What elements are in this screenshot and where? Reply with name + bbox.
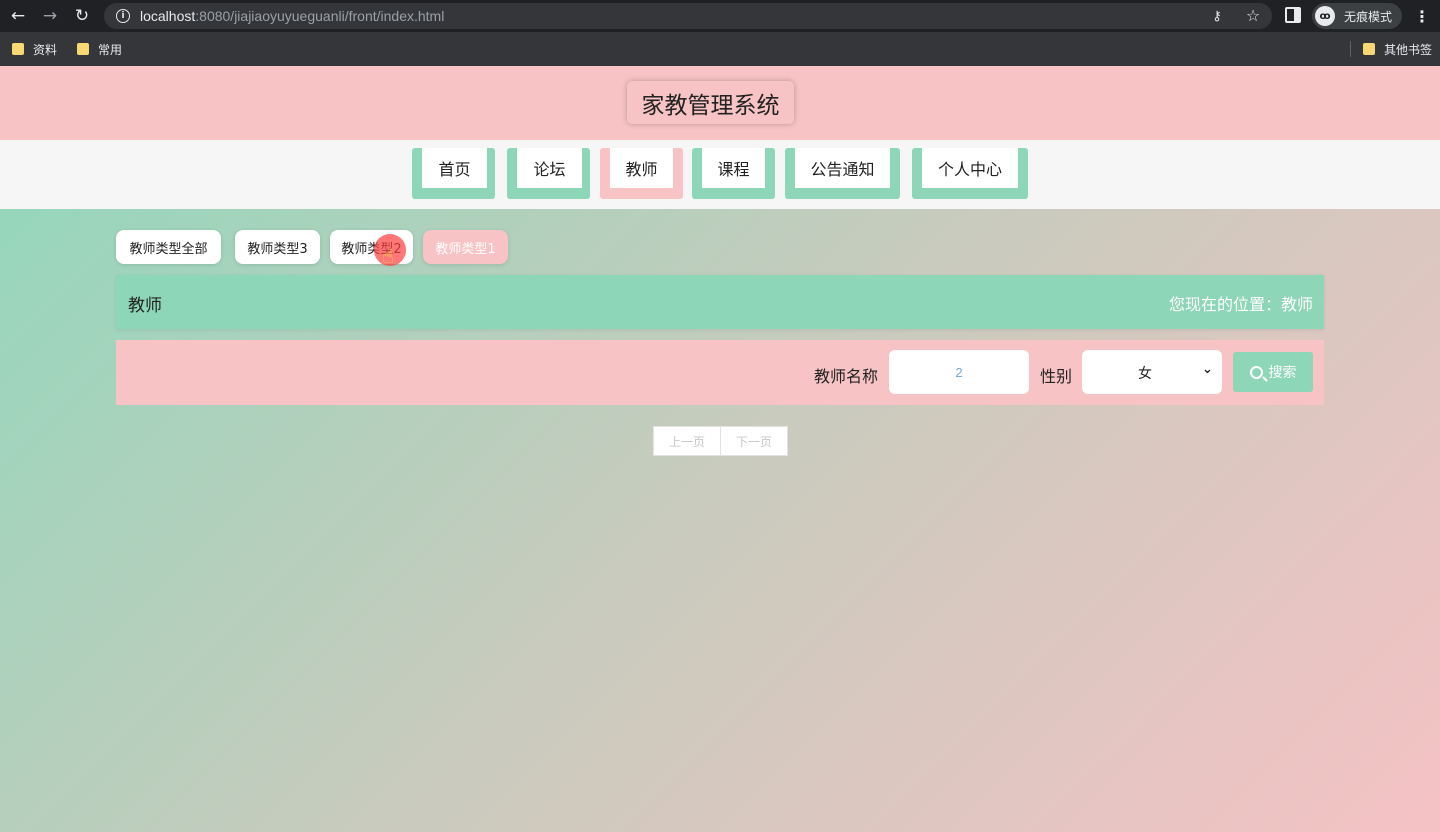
type-filter-3[interactable]: 教师类型3 [235, 230, 320, 264]
gender-select[interactable]: 女 ⌄ [1082, 350, 1222, 394]
menu-icon[interactable]: ⋮ [1414, 6, 1430, 26]
browser-toolbar: ← → ↻ i localhost:8080/jiajiaoyuyueguanl… [0, 0, 1440, 32]
star-icon[interactable]: ☆ [1244, 6, 1262, 25]
nav-item-home[interactable]: 首页 [412, 148, 495, 199]
nav-item-label: 论坛 [517, 148, 582, 188]
nav-item-label: 个人中心 [922, 148, 1018, 188]
nav-item-teacher[interactable]: 教师 [600, 148, 683, 199]
nav-item-label: 公告通知 [795, 148, 890, 188]
hand-cursor-icon: ☝ [382, 244, 395, 268]
pagination: 上一页 下一页 [653, 426, 788, 456]
breadcrumb: 教师 您现在的位置：教师 [116, 275, 1324, 329]
nav-item-course[interactable]: 课程 [692, 148, 775, 199]
info-icon[interactable]: i [116, 9, 130, 23]
incognito-icon: ꝏ [1315, 6, 1335, 26]
address-bar[interactable]: i localhost:8080/jiajiaoyuyueguanli/fron… [104, 3, 1272, 29]
type-filter-1[interactable]: 教师类型1 [423, 230, 508, 264]
side-panel-icon[interactable] [1285, 7, 1301, 23]
page: 家教管理系统 首页 论坛 教师 课程 公告通知 个人中心 教师类型全部 教师类型… [0, 66, 1440, 832]
incognito-badge[interactable]: ꝏ 无痕模式 [1312, 3, 1402, 29]
main-nav: 首页 论坛 教师 课程 公告通知 个人中心 [0, 140, 1440, 209]
nav-item-label: 课程 [702, 148, 765, 188]
bookmark-folder-other[interactable]: 其他书签 [1363, 40, 1432, 58]
key-icon[interactable]: ⚷ [1208, 7, 1226, 25]
forward-icon[interactable]: → [38, 4, 62, 28]
nav-item-label: 教师 [610, 148, 673, 188]
folder-icon [12, 43, 24, 55]
bookmark-folder-ziliao[interactable]: 资料 [12, 40, 57, 58]
folder-icon [77, 43, 89, 55]
current-location: 您现在的位置：教师 [1168, 295, 1313, 314]
next-page-button[interactable]: 下一页 [720, 427, 787, 455]
site-title: 家教管理系统 [627, 81, 794, 124]
nav-item-forum[interactable]: 论坛 [507, 148, 590, 199]
search-icon [1249, 365, 1263, 379]
site-header: 家教管理系统 [0, 66, 1440, 140]
gender-label: 性别 [1040, 367, 1073, 386]
search-button[interactable]: 搜索 [1233, 352, 1313, 392]
nav-item-notice[interactable]: 公告通知 [785, 148, 900, 199]
teacher-name-label: 教师名称 [814, 367, 879, 386]
bookmarks-divider [1350, 41, 1351, 57]
folder-icon [1363, 43, 1375, 55]
url-text[interactable]: localhost:8080/jiajiaoyuyueguanli/front/… [140, 8, 444, 24]
chevron-down-icon: ⌄ [1202, 362, 1213, 377]
type-filter-all[interactable]: 教师类型全部 [116, 230, 221, 264]
page-title: 教师 [128, 296, 162, 316]
incognito-label: 无痕模式 [1344, 10, 1393, 24]
teacher-name-input[interactable] [889, 350, 1029, 394]
reload-icon[interactable]: ↻ [70, 4, 94, 28]
back-icon[interactable]: ← [6, 4, 30, 28]
search-button-label: 搜索 [1268, 365, 1297, 381]
nav-item-personal-center[interactable]: 个人中心 [912, 148, 1028, 199]
nav-item-label: 首页 [422, 148, 487, 188]
search-panel: 教师名称 性别 女 ⌄ 搜索 [116, 340, 1324, 405]
prev-page-button[interactable]: 上一页 [654, 427, 720, 455]
gender-select-value: 女 [1138, 366, 1152, 382]
bookmarks-bar: 资料 常用 其他书签 [0, 32, 1440, 66]
bookmark-folder-changyong[interactable]: 常用 [77, 40, 122, 58]
